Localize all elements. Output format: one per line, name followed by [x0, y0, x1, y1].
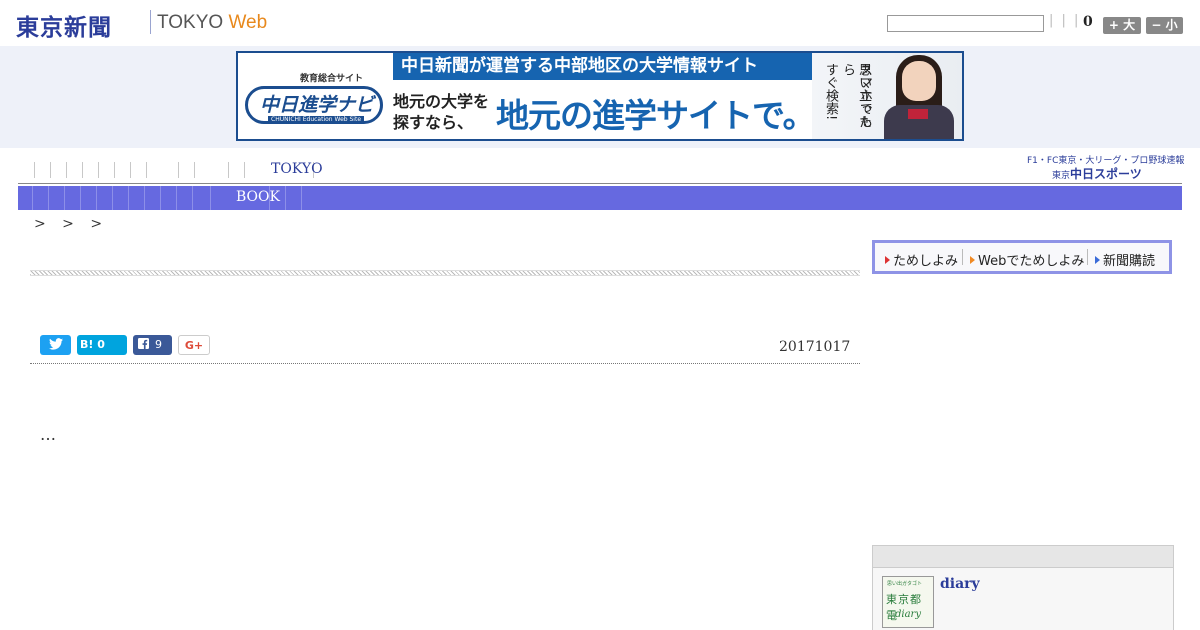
nav-item-tokyo[interactable]: TOKYO [271, 161, 323, 177]
subnav-item[interactable] [128, 186, 129, 210]
article-body: … [40, 425, 56, 444]
nav-item[interactable] [194, 162, 195, 178]
nav-item[interactable] [50, 162, 51, 178]
diary-thumb-line1: 思い出ガタゴト [887, 581, 923, 587]
nav-item[interactable] [114, 162, 115, 178]
diary-title-link[interactable]: diary [940, 576, 980, 592]
ad-left-line2: 探すなら、 [393, 113, 474, 132]
twitter-icon [48, 338, 63, 350]
breadcrumb[interactable]: > > > [34, 216, 102, 232]
facebook-share-count: 9 [155, 338, 162, 351]
ad-headline: 中日新聞が運営する中部地区の大学情報サイト [393, 53, 813, 80]
triangle-icon [885, 256, 890, 264]
chunichi-sports-small: 東京 [1052, 171, 1071, 181]
trial-read-label: ためしよみ [893, 254, 959, 269]
ad-banner[interactable]: 教育総合サイト 中日進学ナビ CHUNICHI Education Web Si… [236, 51, 964, 141]
trial-read-link[interactable]: ためしよみ [885, 250, 958, 269]
twitter-share-button[interactable] [40, 335, 71, 355]
triangle-icon [970, 256, 975, 264]
headline-rule [30, 270, 860, 276]
ad-vertical-3: すぐ検索! [823, 63, 838, 121]
ad-category: 教育総合サイト [300, 74, 364, 84]
ad-left-line1: 地元の大学を [393, 92, 490, 111]
page: 東京新聞 TOKYO Web | | | 0 + 大 − 小 教育総合サイト 中… [0, 0, 1200, 630]
subnav-item-book[interactable]: BOOK [236, 189, 280, 205]
nav-item[interactable] [34, 162, 35, 178]
subnav-item[interactable] [64, 186, 65, 210]
subscribe-box: ためしよみ Webでためしよみ 新聞購読 [872, 240, 1172, 274]
secondary-nav: BOOK [18, 186, 1182, 210]
nav-item[interactable] [66, 162, 67, 178]
nav-item[interactable] [228, 162, 229, 178]
triangle-icon [1095, 256, 1100, 264]
nav-item[interactable] [178, 162, 179, 178]
web-trial-read-label: Webでためしよみ [978, 254, 1085, 269]
subscribe-label: 新聞購読 [1103, 254, 1156, 269]
ad-logo-sub: CHUNICHI Education Web Site [268, 116, 365, 123]
ad-left-copy: 地元の大学を 探すなら、 [393, 91, 489, 133]
divider [962, 249, 963, 265]
subnav-item[interactable] [144, 186, 145, 210]
chunichi-sports-link[interactable]: 東京中日スポーツ [1052, 165, 1142, 182]
subnav-item[interactable] [32, 186, 33, 210]
search-count: 0 [1083, 14, 1093, 30]
nav-item[interactable] [98, 162, 99, 178]
subnav-item[interactable] [192, 186, 193, 210]
hatena-bookmark-button[interactable]: B! 0 [77, 335, 127, 355]
subnav-item[interactable] [48, 186, 49, 210]
logo-en-prefix: TOKYO [157, 12, 229, 33]
google-plus-share-button[interactable]: G+ [178, 335, 210, 355]
divider [1087, 249, 1088, 265]
diary-widget-header [873, 546, 1173, 568]
diary-widget: 思い出ガタゴト 東京都電 diary diary [872, 545, 1174, 630]
chunichi-sports-name: 中日スポーツ [1070, 167, 1142, 181]
diary-thumbnail[interactable]: 思い出ガタゴト 東京都電 diary [882, 576, 934, 628]
primary-nav: TOKYO [18, 156, 1182, 184]
web-trial-read-link[interactable]: Webでためしよみ [970, 250, 1084, 269]
facebook-share-button[interactable]: 9 [133, 335, 172, 355]
nav-item[interactable] [82, 162, 83, 178]
ad-logo-name: 中日進学ナビ [260, 94, 375, 116]
subnav-item[interactable] [80, 186, 81, 210]
diary-thumb-line3: diary [895, 609, 921, 620]
model-face [902, 61, 936, 101]
subnav-item[interactable] [301, 186, 302, 210]
search-input[interactable] [887, 15, 1044, 32]
article-divider [30, 363, 860, 364]
search-separators: | | | [1049, 13, 1081, 28]
logo-en-web: Web [228, 12, 268, 33]
font-size-decrease-button[interactable]: − 小 [1146, 17, 1183, 34]
font-size-increase-button[interactable]: + 大 [1103, 17, 1141, 34]
article-date: 20171017 [779, 339, 851, 355]
ad-vertical-2: 思い立ったら [840, 63, 871, 128]
site-logo-en[interactable]: TOKYO Web [157, 12, 267, 34]
ad-logo: 教育総合サイト 中日進学ナビ CHUNICHI Education Web Si… [238, 53, 391, 139]
facebook-icon [138, 338, 149, 349]
subnav-item[interactable] [96, 186, 97, 210]
site-header: 東京新聞 TOKYO Web | | | 0 + 大 − 小 [0, 0, 1200, 46]
nav-item[interactable] [130, 162, 131, 178]
site-logo[interactable]: 東京新聞 [16, 8, 112, 42]
subnav-item[interactable] [112, 186, 113, 210]
nav-item[interactable] [146, 162, 147, 178]
logo-divider [150, 10, 151, 34]
subnav-item[interactable] [285, 186, 286, 210]
subscribe-link[interactable]: 新聞購読 [1095, 250, 1155, 269]
subnav-item[interactable] [176, 186, 177, 210]
ad-photo: スマホでも 思い立ったら すぐ検索! [812, 53, 962, 139]
nav-item[interactable] [244, 162, 245, 178]
model-ribbon [908, 109, 928, 119]
subnav-item[interactable] [160, 186, 161, 210]
subnav-item[interactable] [210, 186, 211, 210]
ad-main-copy: 地元の進学サイトで。 [496, 96, 816, 135]
